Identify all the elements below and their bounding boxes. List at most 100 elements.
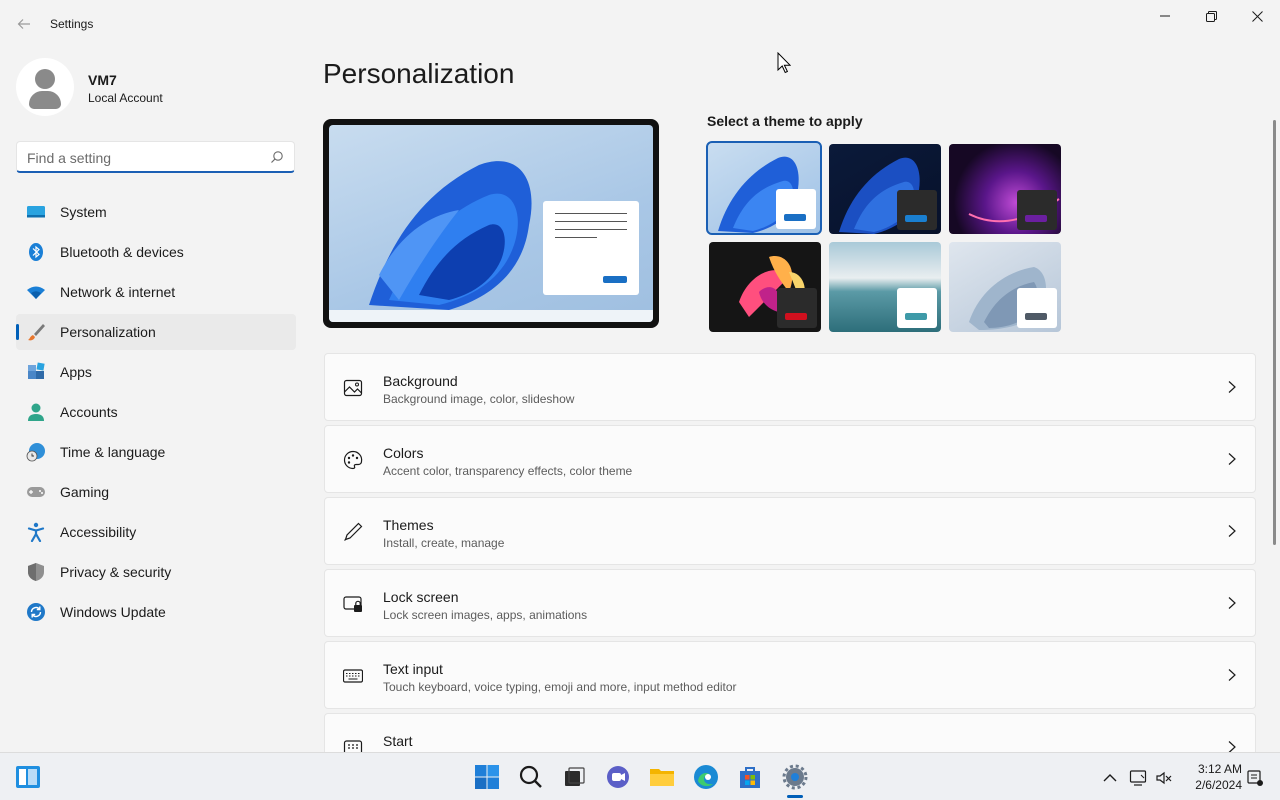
card-description: Touch keyboard, voice typing, emoji and … — [383, 680, 737, 694]
card-text-input[interactable]: Text input Touch keyboard, voice typing,… — [324, 641, 1256, 709]
shield-icon — [28, 563, 44, 581]
theme-preview — [323, 119, 659, 328]
gamepad-icon — [27, 487, 45, 497]
chevron-up-icon[interactable] — [1101, 769, 1119, 787]
sidebar-item-label: Personalization — [60, 324, 156, 340]
search-box[interactable] — [16, 141, 295, 173]
sidebar-item-accessibility[interactable]: Accessibility — [16, 514, 296, 550]
chevron-right-icon — [1228, 669, 1236, 681]
edge-icon[interactable] — [692, 763, 720, 791]
sidebar-item-personalization[interactable]: Personalization — [16, 314, 296, 350]
back-button[interactable] — [12, 12, 36, 36]
page-title: Personalization — [323, 58, 515, 89]
chevron-right-icon — [1228, 525, 1236, 537]
sidebar-item-privacy[interactable]: Privacy & security — [16, 554, 296, 590]
theme-grid — [706, 141, 1067, 334]
theme-windows-dark[interactable] — [829, 144, 941, 234]
theme-captured-motion[interactable] — [709, 242, 821, 332]
theme-windows-light[interactable] — [706, 141, 822, 235]
sidebar-item-label: Gaming — [60, 484, 110, 500]
apps-icon — [28, 362, 45, 379]
sidebar-item-network[interactable]: Network & internet — [16, 274, 296, 310]
theme-glow[interactable] — [949, 144, 1061, 234]
theme-sunrise[interactable] — [829, 242, 941, 332]
mouse-cursor-icon — [777, 52, 791, 74]
card-description: Accent color, transparency effects, colo… — [383, 464, 633, 478]
card-description: Install, create, manage — [383, 536, 505, 550]
user-name: VM7 — [88, 72, 117, 88]
theme-heading: Select a theme to apply — [707, 113, 863, 129]
store-icon[interactable] — [736, 763, 764, 791]
sidebar-item-windows-update[interactable]: Windows Update — [16, 594, 296, 630]
avatar — [16, 58, 74, 116]
sidebar-item-label: Accounts — [60, 404, 118, 420]
sidebar-item-label: Accessibility — [60, 524, 137, 540]
clock[interactable]: 3:12 AM 2/6/2024 — [1186, 761, 1242, 793]
close-icon — [1251, 10, 1263, 22]
settings-list: Background Background image, color, slid… — [324, 353, 1256, 785]
sidebar-item-bluetooth[interactable]: Bluetooth & devices — [16, 234, 296, 270]
card-title: Start — [383, 733, 413, 749]
card-title: Text input — [383, 661, 443, 677]
search-icon[interactable] — [517, 763, 545, 791]
card-colors[interactable]: Colors Accent color, transparency effect… — [324, 425, 1256, 493]
network-icon[interactable] — [1129, 769, 1147, 787]
update-icon — [27, 603, 45, 621]
widgets-icon[interactable] — [14, 763, 42, 791]
window-title: Settings — [50, 17, 94, 31]
sidebar-item-label: Time & language — [60, 444, 166, 460]
notification-icon[interactable] — [1246, 769, 1264, 787]
restore-icon — [1205, 10, 1217, 22]
pen-icon — [344, 522, 363, 541]
card-title: Colors — [383, 445, 424, 461]
accounts-icon — [28, 403, 44, 421]
desktop-preview-image — [329, 125, 653, 322]
palette-icon — [343, 450, 363, 470]
card-description: Lock screen images, apps, animations — [383, 608, 588, 622]
minimize-icon — [1160, 15, 1170, 17]
sound-muted-icon[interactable] — [1155, 769, 1173, 787]
chevron-right-icon — [1228, 453, 1236, 465]
start-icon[interactable] — [473, 763, 501, 791]
sidebar-item-label: System — [60, 204, 107, 220]
sidebar-item-time-language[interactable]: Time & language — [16, 434, 296, 470]
sidebar-item-gaming[interactable]: Gaming — [16, 474, 296, 510]
scrollbar[interactable] — [1273, 120, 1276, 545]
card-background[interactable]: Background Background image, color, slid… — [324, 353, 1256, 421]
theme-flow[interactable] — [949, 242, 1061, 332]
card-lock-screen[interactable]: Lock screen Lock screen images, apps, an… — [324, 569, 1256, 637]
minimize-button[interactable] — [1142, 0, 1188, 32]
chevron-right-icon — [1228, 597, 1236, 609]
back-arrow-icon — [17, 19, 30, 29]
brush-icon — [28, 324, 45, 341]
account-type: Local Account — [88, 91, 163, 105]
card-themes[interactable]: Themes Install, create, manage — [324, 497, 1256, 565]
search-icon — [271, 151, 283, 163]
sidebar-item-accounts[interactable]: Accounts — [16, 394, 296, 430]
search-input[interactable] — [27, 148, 267, 168]
system-icon — [27, 206, 45, 218]
sidebar-item-label: Apps — [60, 364, 92, 380]
card-title: Lock screen — [383, 589, 459, 605]
sidebar-item-system[interactable]: System — [16, 194, 296, 230]
sidebar-item-label: Windows Update — [60, 604, 166, 620]
restore-button[interactable] — [1188, 0, 1234, 32]
close-button[interactable] — [1234, 0, 1280, 32]
wifi-icon — [27, 286, 45, 299]
user-profile[interactable]: VM7 Local Account — [16, 58, 296, 118]
bluetooth-icon — [29, 243, 43, 261]
settings-icon[interactable] — [781, 763, 809, 791]
clock-globe-icon — [26, 443, 45, 462]
file-explorer-icon[interactable] — [648, 763, 676, 791]
task-view-icon[interactable] — [560, 763, 588, 791]
chat-icon[interactable] — [604, 763, 632, 791]
sidebar-item-label: Network & internet — [60, 284, 176, 300]
sidebar-item-apps[interactable]: Apps — [16, 354, 296, 390]
card-title: Background — [383, 373, 458, 389]
preview-window — [543, 201, 639, 295]
taskbar: 3:12 AM 2/6/2024 — [0, 752, 1280, 800]
chevron-right-icon — [1228, 381, 1236, 393]
keyboard-icon — [343, 669, 363, 683]
sidebar-nav: System Bluetooth & devices Network & int… — [16, 194, 296, 634]
clock-time: 3:12 AM — [1197, 762, 1242, 776]
